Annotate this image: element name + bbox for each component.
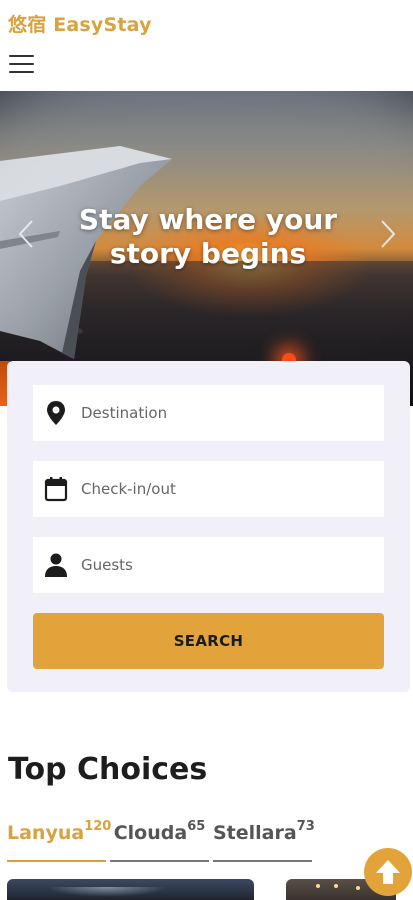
- guests-field[interactable]: [33, 537, 384, 593]
- tab-stellara[interactable]: Stellara73: [213, 812, 315, 862]
- tab-count: 73: [296, 819, 315, 834]
- tab-label-text: Stellara: [213, 822, 297, 845]
- calendar-icon: [43, 476, 69, 502]
- brand-logo[interactable]: 悠宿 EasyStay: [8, 10, 152, 37]
- hero-title: Stay where your story begins: [78, 203, 338, 270]
- chevron-left-icon[interactable]: [16, 219, 38, 249]
- hamburger-line: [9, 71, 34, 73]
- tab-count: 65: [187, 819, 206, 834]
- top-choices-title: Top Choices: [8, 752, 208, 787]
- top-header: 悠宿 EasyStay: [0, 0, 413, 91]
- destination-input[interactable]: [81, 385, 384, 441]
- destination-field[interactable]: [33, 385, 384, 441]
- person-icon: [43, 552, 69, 578]
- tab-underline: [213, 860, 312, 862]
- guests-input[interactable]: [81, 537, 384, 593]
- hamburger-menu-icon[interactable]: [9, 53, 35, 75]
- search-button[interactable]: SEARCH: [33, 613, 384, 669]
- tab-underline: [110, 860, 209, 862]
- tab-label-text: Clouda: [113, 822, 188, 845]
- location-pin-icon: [43, 400, 69, 426]
- dates-field[interactable]: [33, 461, 384, 517]
- dates-input[interactable]: [81, 461, 384, 517]
- tab-lanyua[interactable]: Lanyua120: [7, 812, 111, 862]
- arrow-up-icon[interactable]: [364, 848, 412, 896]
- tab-label: Lanyua120: [7, 819, 112, 845]
- city-tabs: Lanyua120 Clouda65 Stellara73: [7, 812, 413, 864]
- search-card: SEARCH: [7, 361, 410, 692]
- tab-label-text: Lanyua: [7, 822, 85, 845]
- tab-label: Stellara73: [213, 819, 315, 845]
- hamburger-line: [9, 63, 34, 65]
- hamburger-line: [9, 55, 34, 57]
- tab-clouda[interactable]: Clouda65: [110, 812, 209, 862]
- tab-count: 120: [84, 819, 112, 834]
- tab-label: Clouda65: [113, 819, 206, 845]
- chevron-right-icon[interactable]: [376, 219, 398, 249]
- tab-underline: [7, 860, 106, 862]
- hero-carousel: Stay where your story begins: [0, 91, 413, 406]
- hotel-card-image[interactable]: [7, 879, 254, 900]
